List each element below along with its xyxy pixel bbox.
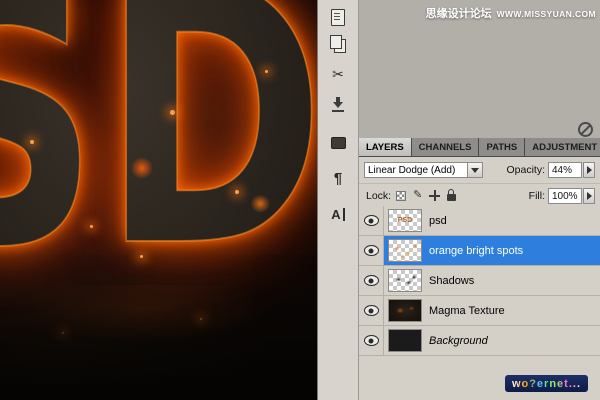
eye-icon: [364, 245, 379, 256]
export-panel-icon[interactable]: [332, 97, 344, 112]
blend-mode-value: Linear Dodge (Add): [368, 165, 455, 176]
paragraph-panel-icon[interactable]: ¶: [334, 171, 342, 186]
layer-row-orange-bright-spots[interactable]: orange bright spots: [359, 236, 600, 266]
visibility-toggle[interactable]: [359, 206, 384, 235]
layer-row-magma-texture[interactable]: Magma Texture: [359, 296, 600, 326]
right-panel: 思缘设计论坛 WWW.MISSYUAN.COM LAYERS CHANNELS …: [359, 0, 600, 400]
layer-name: orange bright spots: [429, 245, 523, 257]
lock-all-padlock-icon[interactable]: [447, 194, 456, 201]
watermark-chinese-text: 思缘设计论坛: [426, 5, 492, 21]
layer-thumbnail[interactable]: [388, 299, 422, 322]
fill-label: Fill:: [529, 190, 545, 202]
layer-row-psd[interactable]: PSD psd: [359, 206, 600, 236]
watermark-url-text: WWW.MISSYUAN.COM: [497, 9, 596, 19]
layer-row-background[interactable]: Background: [359, 326, 600, 356]
lock-fill-row: Lock: ✎ Fill: 100%: [359, 184, 600, 208]
ember-spark: [140, 255, 143, 258]
scissors-panel-icon[interactable]: ✂: [332, 67, 344, 81]
watermark-bottom: wo?ernet...: [505, 375, 588, 392]
layer-name: Background: [429, 335, 488, 347]
watermark-bottom-text: wo?ernet...: [512, 378, 581, 390]
eye-icon: [364, 335, 379, 346]
visibility-toggle[interactable]: [359, 236, 384, 265]
chevron-down-icon: [471, 168, 479, 173]
layer-thumbnail[interactable]: [388, 329, 422, 352]
chevron-right-icon: [587, 192, 592, 200]
tab-channels[interactable]: CHANNELS: [412, 138, 480, 157]
character-panel-icon[interactable]: A: [331, 208, 344, 221]
swatch-panel-icon[interactable]: [331, 137, 346, 149]
tab-paths[interactable]: PATHS: [479, 138, 525, 157]
lock-transparency-icon[interactable]: [396, 191, 406, 201]
export-icon-base: [332, 110, 344, 112]
chevron-right-icon: [587, 166, 592, 174]
fill-field[interactable]: 100%: [548, 188, 582, 204]
ember-spark: [235, 190, 239, 194]
opacity-field[interactable]: 44%: [548, 162, 582, 178]
panel-dock: ✂ ¶ A: [317, 0, 359, 400]
layer-list: PSD psd orange bright spots Shadow: [359, 206, 600, 356]
eye-icon: [364, 275, 379, 286]
blend-opacity-row: Linear Dodge (Add) Opacity: 44%: [359, 157, 600, 184]
ember-spark: [170, 110, 175, 115]
ember-spark: [30, 140, 34, 144]
blend-mode-dropdown-arrow[interactable]: [468, 162, 483, 178]
clipboard-panel-icon[interactable]: [331, 9, 345, 26]
panel-tabs: LAYERS CHANNELS PATHS ADJUSTMENT M: [359, 138, 600, 157]
opacity-slider-button[interactable]: [583, 162, 595, 178]
fill-slider-button[interactable]: [583, 188, 595, 204]
lock-label: Lock:: [366, 190, 391, 202]
duplicate-panel-icon[interactable]: [334, 39, 346, 53]
opacity-label: Opacity:: [506, 164, 545, 176]
visibility-toggle[interactable]: [359, 326, 384, 355]
visibility-toggle[interactable]: [359, 296, 384, 325]
eye-icon: [364, 215, 379, 226]
layer-thumbnail[interactable]: [388, 269, 422, 292]
eye-icon: [364, 305, 379, 316]
layer-name: Magma Texture: [429, 305, 505, 317]
lock-pixels-brush-icon[interactable]: ✎: [413, 190, 422, 201]
tab-layers[interactable]: LAYERS: [359, 138, 412, 157]
canvas-floor-shadow: [0, 285, 317, 400]
blend-mode-select[interactable]: Linear Dodge (Add): [364, 162, 468, 178]
tab-adjustments[interactable]: ADJUSTMENT M: [525, 138, 600, 157]
layer-name: Shadows: [429, 275, 474, 287]
ember-spark: [90, 225, 93, 228]
document-canvas[interactable]: SD SD SD: [0, 0, 317, 400]
lock-position-icon[interactable]: [429, 190, 440, 201]
layers-panel-body: Linear Dodge (Add) Opacity: 44% Lock: ✎ …: [359, 157, 600, 400]
layer-thumbnail[interactable]: PSD: [388, 209, 422, 232]
lock-buttons: ✎: [396, 190, 456, 201]
circle-slash-icon: [578, 122, 593, 137]
lava-text-rim: SD: [0, 0, 317, 296]
watermark-missyuan: 思缘设计论坛 WWW.MISSYUAN.COM: [426, 5, 596, 21]
thumbnail-text: PSD: [398, 217, 412, 224]
ember-spark: [265, 70, 268, 73]
layer-name: psd: [429, 215, 447, 227]
visibility-toggle[interactable]: [359, 266, 384, 295]
layer-row-shadows[interactable]: Shadows: [359, 266, 600, 296]
photoshop-window: SD SD SD ✂ ¶ A 思缘设计论坛 WWW.MISSYUAN.COM L…: [0, 0, 600, 400]
layer-thumbnail[interactable]: [388, 239, 422, 262]
